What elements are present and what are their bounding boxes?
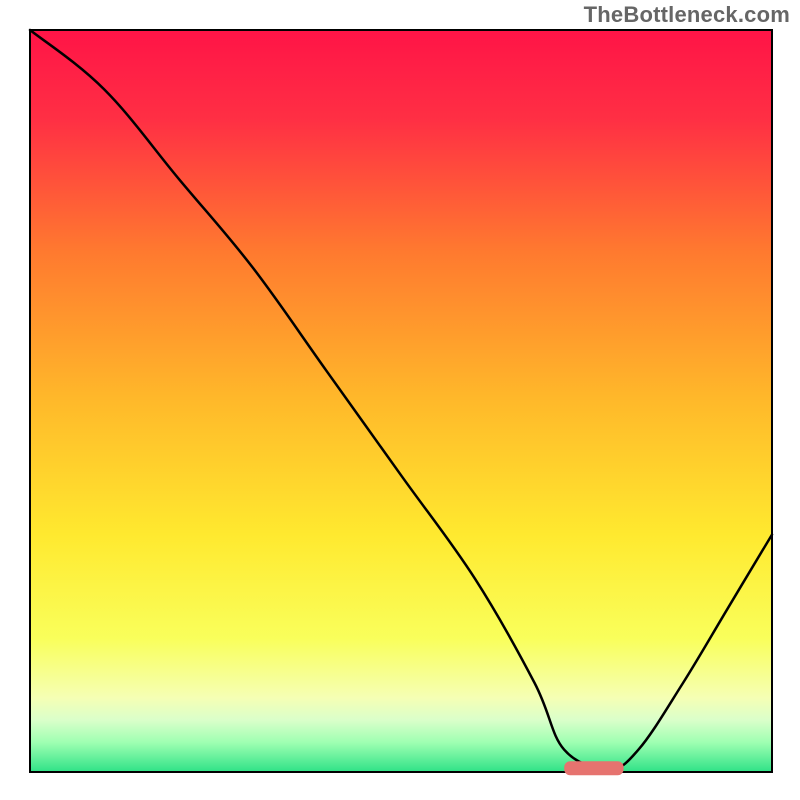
plot-area xyxy=(30,30,772,772)
bottleneck-chart xyxy=(0,0,800,800)
watermark-text: TheBottleneck.com xyxy=(584,2,790,28)
optimal-marker xyxy=(564,761,623,775)
